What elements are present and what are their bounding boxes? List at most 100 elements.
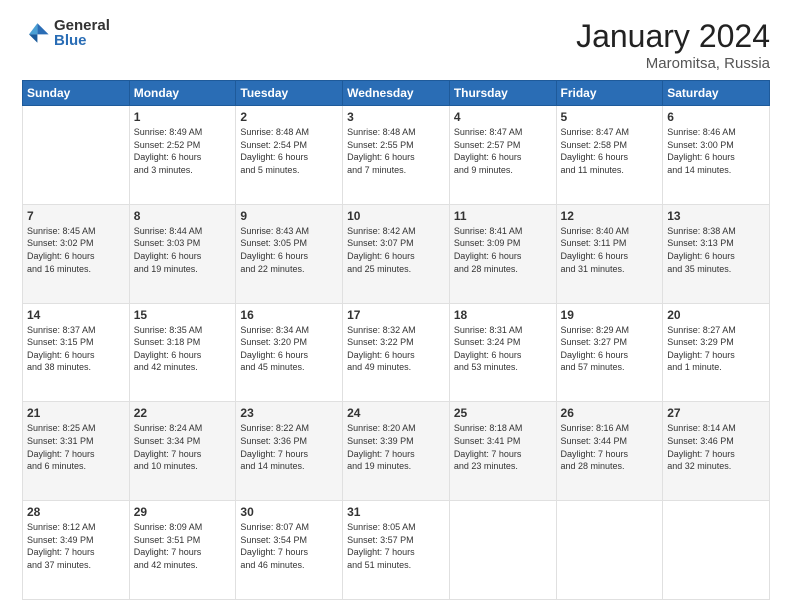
day-number: 5 xyxy=(561,110,659,124)
day-info: Sunrise: 8:12 AM Sunset: 3:49 PM Dayligh… xyxy=(27,522,96,570)
calendar-cell: 27 Sunrise: 8:14 AM Sunset: 3:46 PM Dayli… xyxy=(663,402,770,501)
day-number: 16 xyxy=(240,308,338,322)
day-info: Sunrise: 8:42 AM Sunset: 3:07 PM Dayligh… xyxy=(347,226,416,274)
day-info: Sunrise: 8:24 AM Sunset: 3:34 PM Dayligh… xyxy=(134,423,203,471)
calendar-cell: 26 Sunrise: 8:16 AM Sunset: 3:44 PM Dayli… xyxy=(556,402,663,501)
day-number: 23 xyxy=(240,406,338,420)
calendar-cell: 7 Sunrise: 8:45 AM Sunset: 3:02 PM Daylig… xyxy=(23,204,130,303)
header: General Blue January 2024 Maromitsa, Rus… xyxy=(22,18,770,72)
calendar-cell xyxy=(663,501,770,600)
day-number: 7 xyxy=(27,209,125,223)
calendar-cell xyxy=(449,501,556,600)
day-number: 2 xyxy=(240,110,338,124)
title-month: January 2024 xyxy=(576,18,770,55)
page: General Blue January 2024 Maromitsa, Rus… xyxy=(0,0,792,612)
calendar-cell: 28 Sunrise: 8:12 AM Sunset: 3:49 PM Dayli… xyxy=(23,501,130,600)
calendar-cell: 25 Sunrise: 8:18 AM Sunset: 3:41 PM Dayli… xyxy=(449,402,556,501)
calendar-cell: 1 Sunrise: 8:49 AM Sunset: 2:52 PM Daylig… xyxy=(129,106,236,205)
calendar-cell xyxy=(23,106,130,205)
header-wednesday: Wednesday xyxy=(343,81,450,106)
header-friday: Friday xyxy=(556,81,663,106)
logo-blue-text: Blue xyxy=(54,33,110,48)
day-number: 28 xyxy=(27,505,125,519)
calendar-cell: 15 Sunrise: 8:35 AM Sunset: 3:18 PM Dayli… xyxy=(129,303,236,402)
logo: General Blue xyxy=(22,18,110,48)
calendar-cell: 11 Sunrise: 8:41 AM Sunset: 3:09 PM Dayli… xyxy=(449,204,556,303)
day-number: 27 xyxy=(667,406,765,420)
day-info: Sunrise: 8:27 AM Sunset: 3:29 PM Dayligh… xyxy=(667,325,736,373)
day-info: Sunrise: 8:14 AM Sunset: 3:46 PM Dayligh… xyxy=(667,423,736,471)
day-info: Sunrise: 8:43 AM Sunset: 3:05 PM Dayligh… xyxy=(240,226,309,274)
day-number: 19 xyxy=(561,308,659,322)
calendar-cell: 8 Sunrise: 8:44 AM Sunset: 3:03 PM Daylig… xyxy=(129,204,236,303)
day-info: Sunrise: 8:41 AM Sunset: 3:09 PM Dayligh… xyxy=(454,226,523,274)
day-info: Sunrise: 8:18 AM Sunset: 3:41 PM Dayligh… xyxy=(454,423,523,471)
day-info: Sunrise: 8:35 AM Sunset: 3:18 PM Dayligh… xyxy=(134,325,203,373)
day-number: 8 xyxy=(134,209,232,223)
day-number: 14 xyxy=(27,308,125,322)
calendar-cell: 31 Sunrise: 8:05 AM Sunset: 3:57 PM Dayli… xyxy=(343,501,450,600)
day-info: Sunrise: 8:31 AM Sunset: 3:24 PM Dayligh… xyxy=(454,325,523,373)
day-info: Sunrise: 8:37 AM Sunset: 3:15 PM Dayligh… xyxy=(27,325,96,373)
header-saturday: Saturday xyxy=(663,81,770,106)
calendar-cell: 2 Sunrise: 8:48 AM Sunset: 2:54 PM Daylig… xyxy=(236,106,343,205)
day-number: 25 xyxy=(454,406,552,420)
calendar-cell: 14 Sunrise: 8:37 AM Sunset: 3:15 PM Dayli… xyxy=(23,303,130,402)
day-info: Sunrise: 8:47 AM Sunset: 2:57 PM Dayligh… xyxy=(454,127,523,175)
day-number: 13 xyxy=(667,209,765,223)
day-number: 6 xyxy=(667,110,765,124)
calendar-cell: 19 Sunrise: 8:29 AM Sunset: 3:27 PM Dayli… xyxy=(556,303,663,402)
day-number: 22 xyxy=(134,406,232,420)
day-number: 31 xyxy=(347,505,445,519)
day-number: 10 xyxy=(347,209,445,223)
calendar-cell xyxy=(556,501,663,600)
day-number: 11 xyxy=(454,209,552,223)
day-info: Sunrise: 8:40 AM Sunset: 3:11 PM Dayligh… xyxy=(561,226,630,274)
calendar-cell: 18 Sunrise: 8:31 AM Sunset: 3:24 PM Dayli… xyxy=(449,303,556,402)
day-number: 15 xyxy=(134,308,232,322)
header-tuesday: Tuesday xyxy=(236,81,343,106)
calendar-cell: 21 Sunrise: 8:25 AM Sunset: 3:31 PM Dayli… xyxy=(23,402,130,501)
day-number: 29 xyxy=(134,505,232,519)
day-number: 9 xyxy=(240,209,338,223)
calendar-cell: 12Sunrise: 8:40 AM Sunset: 3:11 PM Dayli… xyxy=(556,204,663,303)
calendar-cell: 22 Sunrise: 8:24 AM Sunset: 3:34 PM Dayli… xyxy=(129,402,236,501)
day-info: Sunrise: 8:49 AM Sunset: 2:52 PM Dayligh… xyxy=(134,127,203,175)
day-info: Sunrise: 8:47 AM Sunset: 2:58 PM Dayligh… xyxy=(561,127,630,175)
day-number: 21 xyxy=(27,406,125,420)
day-number: 17 xyxy=(347,308,445,322)
calendar-cell: 17Sunrise: 8:32 AM Sunset: 3:22 PM Dayli… xyxy=(343,303,450,402)
logo-text: General Blue xyxy=(54,18,110,48)
header-thursday: Thursday xyxy=(449,81,556,106)
day-info: Sunrise: 8:16 AM Sunset: 3:44 PM Dayligh… xyxy=(561,423,630,471)
day-number: 1 xyxy=(134,110,232,124)
day-number: 20 xyxy=(667,308,765,322)
day-number: 18 xyxy=(454,308,552,322)
calendar-cell: 9 Sunrise: 8:43 AM Sunset: 3:05 PM Daylig… xyxy=(236,204,343,303)
day-info: Sunrise: 8:44 AM Sunset: 3:03 PM Dayligh… xyxy=(134,226,203,274)
calendar-cell: 30Sunrise: 8:07 AM Sunset: 3:54 PM Dayli… xyxy=(236,501,343,600)
day-info: Sunrise: 8:25 AM Sunset: 3:31 PM Dayligh… xyxy=(27,423,96,471)
header-monday: Monday xyxy=(129,81,236,106)
day-info: Sunrise: 8:46 AM Sunset: 3:00 PM Dayligh… xyxy=(667,127,736,175)
calendar-table: Sunday Monday Tuesday Wednesday Thursday… xyxy=(22,80,770,600)
calendar-cell: 29Sunrise: 8:09 AM Sunset: 3:51 PM Dayli… xyxy=(129,501,236,600)
title-block: January 2024 Maromitsa, Russia xyxy=(576,18,770,72)
calendar-week-row: 7 Sunrise: 8:45 AM Sunset: 3:02 PM Daylig… xyxy=(23,204,770,303)
day-info: Sunrise: 8:34 AM Sunset: 3:20 PM Dayligh… xyxy=(240,325,309,373)
calendar-cell: 13Sunrise: 8:38 AM Sunset: 3:13 PM Dayli… xyxy=(663,204,770,303)
title-location: Maromitsa, Russia xyxy=(576,55,770,72)
calendar-week-row: 14 Sunrise: 8:37 AM Sunset: 3:15 PM Dayli… xyxy=(23,303,770,402)
day-number: 4 xyxy=(454,110,552,124)
day-info: Sunrise: 8:29 AM Sunset: 3:27 PM Dayligh… xyxy=(561,325,630,373)
calendar-cell: 16 Sunrise: 8:34 AM Sunset: 3:20 PM Dayli… xyxy=(236,303,343,402)
calendar-cell: 24Sunrise: 8:20 AM Sunset: 3:39 PM Dayli… xyxy=(343,402,450,501)
day-number: 26 xyxy=(561,406,659,420)
day-info: Sunrise: 8:05 AM Sunset: 3:57 PM Dayligh… xyxy=(347,522,416,570)
calendar-cell: 5 Sunrise: 8:47 AM Sunset: 2:58 PM Daylig… xyxy=(556,106,663,205)
day-info: Sunrise: 8:48 AM Sunset: 2:54 PM Dayligh… xyxy=(240,127,309,175)
calendar-week-row: 21 Sunrise: 8:25 AM Sunset: 3:31 PM Dayli… xyxy=(23,402,770,501)
day-info: Sunrise: 8:45 AM Sunset: 3:02 PM Dayligh… xyxy=(27,226,96,274)
day-info: Sunrise: 8:20 AM Sunset: 3:39 PM Dayligh… xyxy=(347,423,416,471)
day-number: 30 xyxy=(240,505,338,519)
